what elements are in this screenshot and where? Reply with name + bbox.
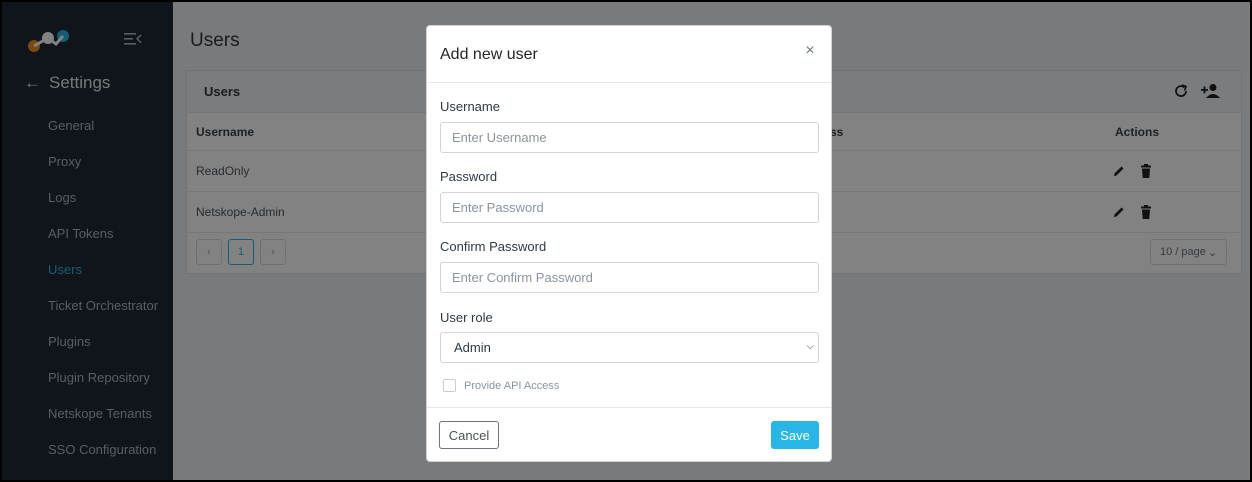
modal-title: Add new user: [440, 46, 538, 63]
close-icon[interactable]: ×: [802, 43, 818, 59]
api-access-label: Provide API Access: [464, 379, 560, 392]
username-label: Username: [440, 99, 500, 114]
api-access-checkbox[interactable]: [443, 379, 456, 392]
cancel-button[interactable]: Cancel: [439, 421, 499, 449]
confirm-password-input[interactable]: [440, 262, 819, 293]
user-role-value: Admin: [454, 340, 491, 355]
user-role-select[interactable]: Admin ⌵: [440, 332, 819, 363]
api-access-option: Provide API Access: [443, 379, 559, 392]
add-user-modal: Add new user × Username Password Confirm…: [426, 25, 832, 462]
app-window: ← Settings General Proxy Logs API Tokens…: [0, 0, 1252, 482]
password-input[interactable]: [440, 192, 819, 223]
username-input[interactable]: [440, 122, 819, 153]
user-role-label: User role: [440, 310, 493, 325]
modal-footer: Cancel Save: [427, 407, 831, 461]
modal-header: Add new user ×: [427, 26, 831, 83]
password-label: Password: [440, 169, 498, 184]
chevron-down-icon: ⌵: [806, 341, 814, 352]
save-button[interactable]: Save: [771, 421, 819, 449]
confirm-password-label: Confirm Password: [440, 239, 547, 254]
